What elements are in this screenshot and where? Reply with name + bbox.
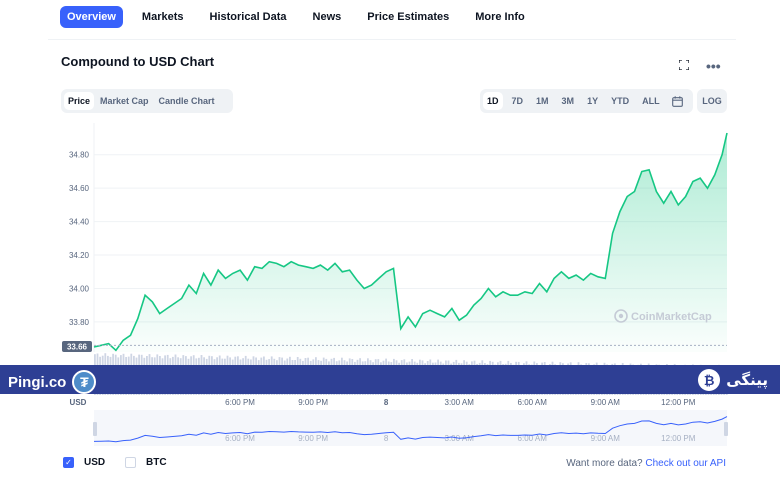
watermark-banner: Pingi.co ₮ ₿ پینگی — [0, 365, 780, 394]
bitcoin-icon: ₿ — [698, 369, 721, 391]
api-link[interactable]: Check out our API — [645, 458, 726, 469]
y-tick-label: 34.00 — [69, 284, 90, 293]
navigator-handle-right[interactable] — [724, 422, 728, 436]
x-tick-label: 8 — [384, 398, 389, 407]
api-promo: Want more data? Check out our API — [566, 458, 726, 469]
btc-checkbox[interactable] — [125, 457, 136, 468]
baseline-value: 33.66 — [67, 343, 88, 352]
navigator-handle-left[interactable] — [93, 422, 97, 436]
watermark-text: CoinMarketCap — [631, 311, 712, 323]
tether-icon: ₮ — [72, 370, 97, 394]
navigator-tick-label: 9:00 PM — [298, 434, 328, 443]
navigator-tick-label: 6:00 PM — [225, 434, 255, 443]
price-chart: 34.80 34.60 34.40 34.20 34.00 33.80 33.66 Coi… — [62, 123, 728, 446]
y-tick-label: 34.80 — [69, 151, 90, 160]
y-tick-label: 34.20 — [69, 251, 90, 260]
x-tick-label: 6:00 AM — [518, 398, 548, 407]
y-tick-label: 33.80 — [69, 318, 90, 327]
btc-label: BTC — [146, 457, 167, 468]
navigator-tick-label: 8 — [384, 434, 389, 443]
currency-btc[interactable]: BTC — [125, 457, 167, 468]
x-tick-label: 6:00 PM — [225, 398, 255, 407]
banner-left-text: Pingi.co — [8, 373, 67, 391]
x-axis-currency: USD — [70, 398, 87, 407]
navigator-tick-label: 12:00 PM — [661, 434, 696, 443]
baseline-label: 33.66 — [62, 341, 92, 352]
banner-right-text: پینگی — [726, 372, 768, 389]
x-tick-label: 9:00 AM — [591, 398, 621, 407]
x-tick-label: 3:00 AM — [445, 398, 475, 407]
usd-label: USD — [84, 457, 106, 468]
api-promo-text: Want more data? — [566, 458, 646, 469]
navigator-tick-label: 9:00 AM — [591, 434, 621, 443]
x-tick-label: 9:00 PM — [298, 398, 328, 407]
usd-checkbox[interactable]: ✓ — [63, 457, 74, 468]
banner-right: ₿ پینگی — [692, 369, 768, 391]
y-tick-label: 34.60 — [69, 184, 90, 193]
navigator-track[interactable] — [94, 410, 727, 446]
x-tick-label: 12:00 PM — [661, 398, 696, 407]
banner-left: Pingi.co ₮ — [8, 370, 97, 394]
currency-usd[interactable]: ✓ USD — [63, 457, 105, 468]
y-tick-label: 34.40 — [69, 218, 90, 227]
